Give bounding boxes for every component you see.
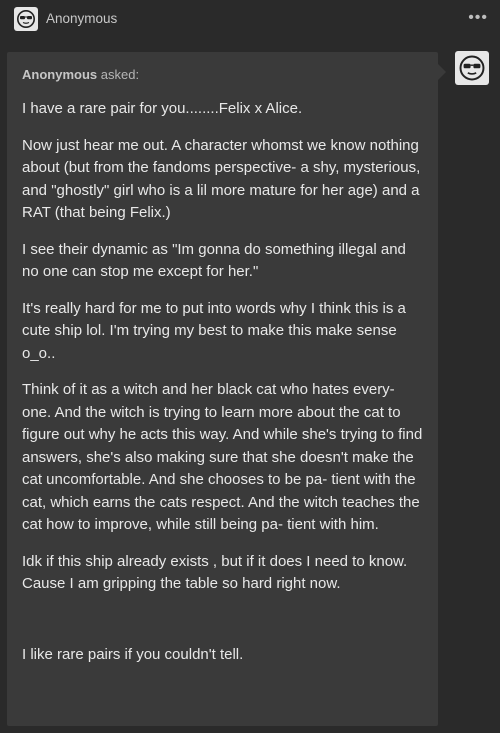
ask-bubble: Anonymous asked: I have a rare pair for … [7,52,446,726]
more-horizontal-icon[interactable]: ••• [468,9,488,27]
ask-paragraph-5: Think of it as a witch and her black cat… [22,381,423,533]
sunglasses-face-icon [17,10,35,28]
ask-paragraph-4: It's really hard for me to put into word… [22,299,406,362]
ask-paragraph-1: I have a rare pair for you........Felix … [22,100,303,117]
asked-label: asked: [100,67,140,82]
post-header: Anonymous ••• [0,0,500,40]
ask-paragraph-3: I see their dynamic as "Im gonna do some… [22,240,406,281]
sunglasses-face-icon [459,55,485,81]
asker-line: Anonymous asked: [22,67,423,82]
header-blog-name[interactable]: Anonymous [46,11,117,26]
asker-avatar[interactable] [455,51,489,85]
header-avatar[interactable] [14,7,38,31]
asker-name[interactable]: Anonymous [22,67,97,82]
ask-paragraph-2: Now just hear me out. A character whomst… [22,136,421,222]
ask-paragraph-7: I like rare pairs if you couldn't tell. [22,645,244,663]
ask-paragraph-6: Idk if this ship already exists , but if… [22,552,408,593]
